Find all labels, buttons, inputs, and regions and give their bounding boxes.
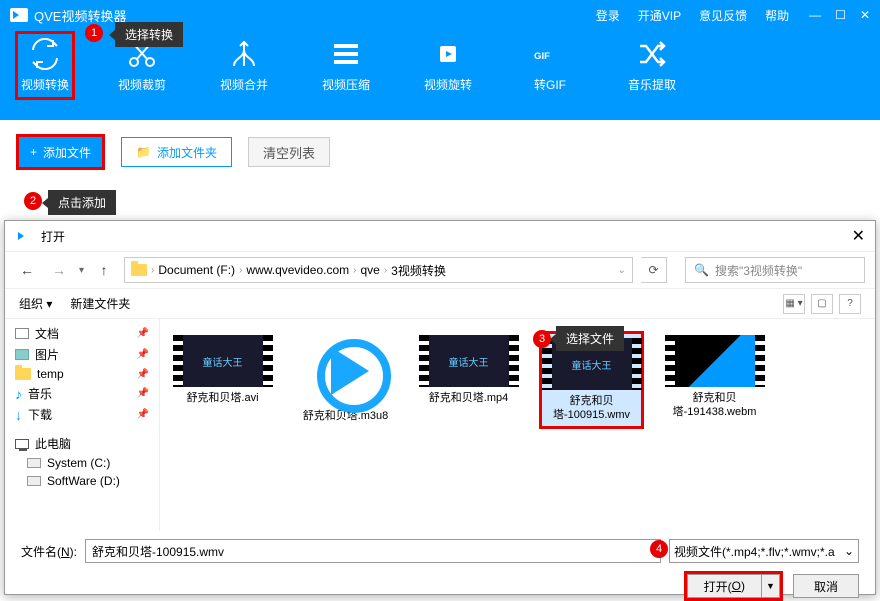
annotation-badge-3: 3	[533, 330, 551, 348]
doc-icon	[15, 328, 29, 339]
login-link[interactable]: 登录	[596, 7, 620, 24]
drive-icon	[27, 458, 41, 468]
open-button[interactable]: 打开(O)	[687, 574, 762, 598]
clear-list-button[interactable]: 清空列表	[248, 137, 330, 167]
chevron-down-icon: ⌄	[844, 544, 854, 558]
file-item[interactable]: 童话大王 舒克和贝塔.mp4	[416, 331, 521, 409]
annotation-badge-4: 4	[650, 540, 668, 558]
filename-label: 文件名(N):	[21, 543, 77, 560]
shuffle-icon	[636, 38, 668, 70]
add-file-button[interactable]: +添加文件	[16, 134, 105, 170]
help-button[interactable]: ?	[839, 294, 861, 314]
picture-icon	[15, 349, 29, 360]
refresh-button[interactable]: ⟳	[641, 257, 667, 283]
tool-video-rotate[interactable]: 视频旋转	[418, 38, 478, 96]
nav-back-button[interactable]: ←	[15, 262, 39, 278]
breadcrumb[interactable]: › Document (F:)› www.qvevideo.com› qve› …	[124, 257, 633, 283]
tool-video-compress[interactable]: 视频压缩	[316, 38, 376, 96]
cancel-button[interactable]: 取消	[793, 574, 859, 598]
app-logo-icon	[10, 8, 28, 22]
view-options-button[interactable]: ▦ ▾	[783, 294, 805, 314]
video-thumbnail	[675, 335, 755, 387]
compress-icon	[330, 38, 362, 70]
open-file-dialog: 打开 ✕ ← → ▾ ↑ › Document (F:)› www.qvevid…	[4, 220, 876, 595]
preview-pane-button[interactable]: ▢	[811, 294, 833, 314]
tree-downloads[interactable]: ↓下载📌	[5, 404, 159, 425]
folder-icon: 📁	[136, 145, 151, 159]
minimize-button[interactable]: —	[809, 8, 821, 22]
svg-text:GIF: GIF	[534, 51, 550, 62]
filename-input[interactable]	[85, 539, 661, 563]
tool-audio-extract[interactable]: 音乐提取	[622, 38, 682, 96]
folder-icon	[15, 368, 31, 380]
nav-history-dropdown[interactable]: ▾	[79, 265, 84, 276]
add-folder-button[interactable]: 📁添加文件夹	[121, 137, 232, 167]
download-icon: ↓	[15, 407, 22, 423]
rotate-icon	[432, 38, 464, 70]
convert-icon	[29, 38, 61, 70]
annotation-badge-1: 1	[85, 24, 103, 42]
close-button[interactable]: ✕	[860, 8, 870, 22]
chevron-down-icon[interactable]: ⌄	[618, 265, 626, 276]
tool-video-convert[interactable]: 视频转换	[15, 31, 75, 100]
tree-this-pc[interactable]: 此电脑	[5, 433, 159, 454]
file-item[interactable]: 舒克和贝塔.m3u8	[293, 331, 398, 427]
music-icon: ♪	[15, 386, 22, 402]
tree-documents[interactable]: 文档📌	[5, 323, 159, 344]
dialog-close-button[interactable]: ✕	[852, 226, 865, 246]
gif-icon: GIF	[534, 38, 566, 70]
merge-icon	[228, 38, 260, 70]
dialog-logo-icon	[15, 229, 33, 243]
open-dropdown-button[interactable]: ▼	[762, 574, 780, 598]
maximize-button[interactable]: ☐	[835, 8, 846, 22]
feedback-link[interactable]: 意见反馈	[699, 7, 747, 24]
organize-menu[interactable]: 组织 ▾	[19, 295, 52, 312]
annotation-tip-1: 选择转换	[115, 22, 183, 47]
annotation-badge-2: 2	[24, 192, 42, 210]
search-icon: 🔍	[694, 263, 709, 277]
tree-pictures[interactable]: 图片📌	[5, 344, 159, 365]
vip-link[interactable]: 开通VIP	[638, 7, 681, 24]
pc-icon	[15, 439, 29, 449]
video-thumbnail: 童话大王	[429, 335, 509, 387]
play-icon	[311, 335, 381, 405]
new-folder-button[interactable]: 新建文件夹	[70, 295, 130, 312]
plus-icon: +	[30, 145, 37, 159]
folder-icon	[131, 264, 147, 276]
annotation-tip-3: 选择文件	[556, 326, 624, 351]
dialog-title: 打开	[41, 228, 65, 245]
tree-drive-d[interactable]: SoftWare (D:)	[5, 472, 159, 490]
file-list: 童话大王 舒克和贝塔.avi 舒克和贝塔.m3u8 童话大王 舒克和贝塔.mp4…	[160, 319, 875, 531]
file-item[interactable]: 童话大王 舒克和贝塔.avi	[170, 331, 275, 409]
folder-tree: 文档📌 图片📌 temp📌 ♪音乐📌 ↓下载📌 此电脑 System (C:) …	[5, 319, 160, 531]
search-input[interactable]: 🔍搜索"3视频转换"	[685, 257, 865, 283]
tree-drive-c[interactable]: System (C:)	[5, 454, 159, 472]
video-thumbnail: 童话大王	[183, 335, 263, 387]
nav-forward-button[interactable]: →	[47, 262, 71, 278]
nav-up-button[interactable]: ↑	[92, 262, 116, 278]
tree-temp[interactable]: temp📌	[5, 365, 159, 383]
help-link[interactable]: 帮助	[765, 7, 789, 24]
drive-icon	[27, 476, 41, 486]
annotation-tip-2: 点击添加	[48, 190, 116, 215]
tool-to-gif[interactable]: GIF 转GIF	[520, 38, 580, 96]
tool-video-merge[interactable]: 视频合并	[214, 38, 274, 96]
filetype-dropdown[interactable]: 视频文件(*.mp4;*.flv;*.wmv;*.a⌄	[669, 539, 859, 563]
tree-music[interactable]: ♪音乐📌	[5, 383, 159, 404]
file-item[interactable]: 舒克和贝塔-191438.webm	[662, 331, 767, 423]
